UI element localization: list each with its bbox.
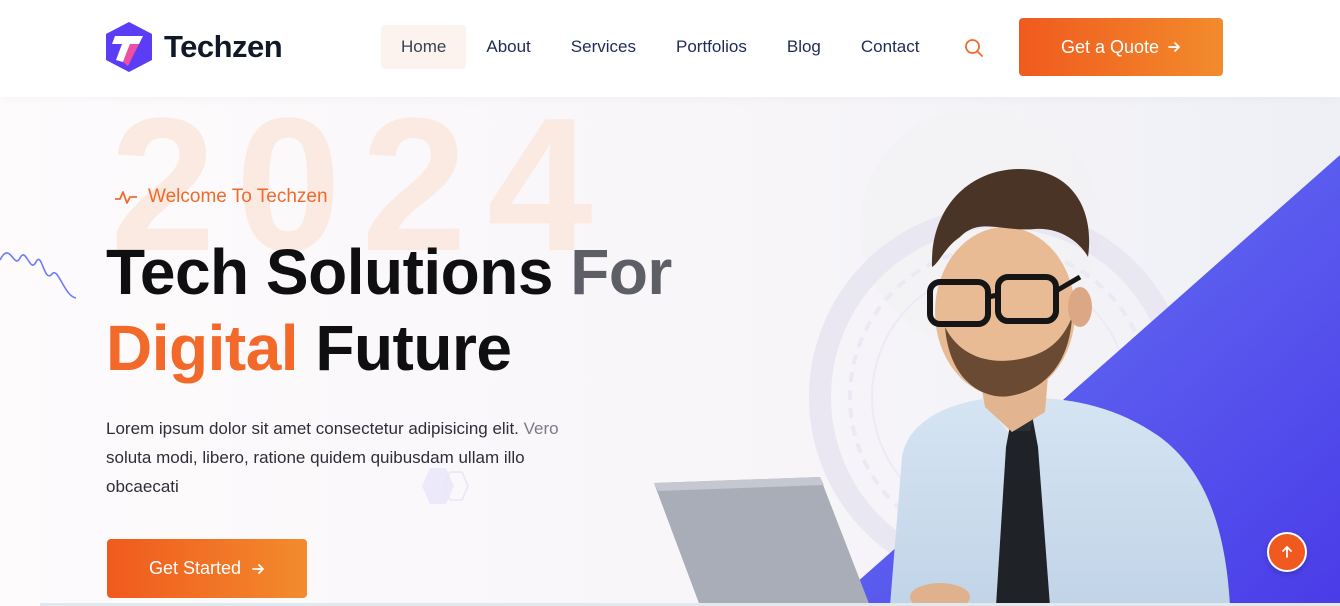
get-started-button[interactable]: Get Started: [107, 539, 307, 598]
hero-description: Lorem ipsum dolor sit amet consectetur a…: [106, 414, 596, 501]
hero-tagline: Welcome To Techzen: [114, 186, 328, 208]
scroll-to-top-button[interactable]: [1267, 532, 1307, 572]
page: 2024 Techzen Home About Services Portfol…: [0, 0, 1340, 606]
brand-name: Techzen: [164, 29, 283, 64]
get-quote-label: Get a Quote: [1060, 36, 1160, 57]
nav-portfolios[interactable]: Portfolios: [656, 25, 767, 69]
nav-services[interactable]: Services: [551, 25, 656, 69]
get-started-label: Get Started: [148, 558, 242, 578]
site-header: Techzen Home About Services Portfolios B…: [0, 0, 1340, 97]
get-quote-button[interactable]: Get a Quote: [1019, 18, 1223, 76]
tagline-text: Welcome To Techzen: [148, 186, 328, 207]
hero-title: Tech Solutions For Digital Future: [106, 234, 672, 386]
nav-contact[interactable]: Contact: [841, 25, 940, 69]
title-part-2: For: [570, 236, 672, 308]
nav-blog[interactable]: Blog: [767, 25, 841, 69]
description-part-1: Lorem ipsum dolor sit amet consectetur a…: [106, 419, 519, 438]
description-part-2: Vero: [523, 419, 559, 438]
nav-about[interactable]: About: [466, 25, 550, 69]
title-part-3: Digital: [106, 312, 299, 384]
squiggle-decoration: [0, 252, 77, 299]
arrow-right-icon: [1168, 42, 1180, 52]
pulse-icon: [115, 191, 137, 204]
arrow-right-icon: [252, 563, 264, 574]
title-part-1: Tech Solutions: [106, 236, 553, 308]
arrow-up-icon: [1282, 546, 1292, 558]
logo[interactable]: Techzen: [106, 22, 283, 72]
nav-home[interactable]: Home: [381, 25, 467, 69]
search-icon[interactable]: [962, 36, 986, 60]
hero-illustration: [640, 97, 1340, 606]
hexagon-decoration: [422, 468, 469, 504]
title-part-4: Future: [315, 312, 512, 384]
logo-icon: [106, 22, 152, 72]
main-nav: Home About Services Portfolios Blog Cont…: [381, 25, 939, 69]
